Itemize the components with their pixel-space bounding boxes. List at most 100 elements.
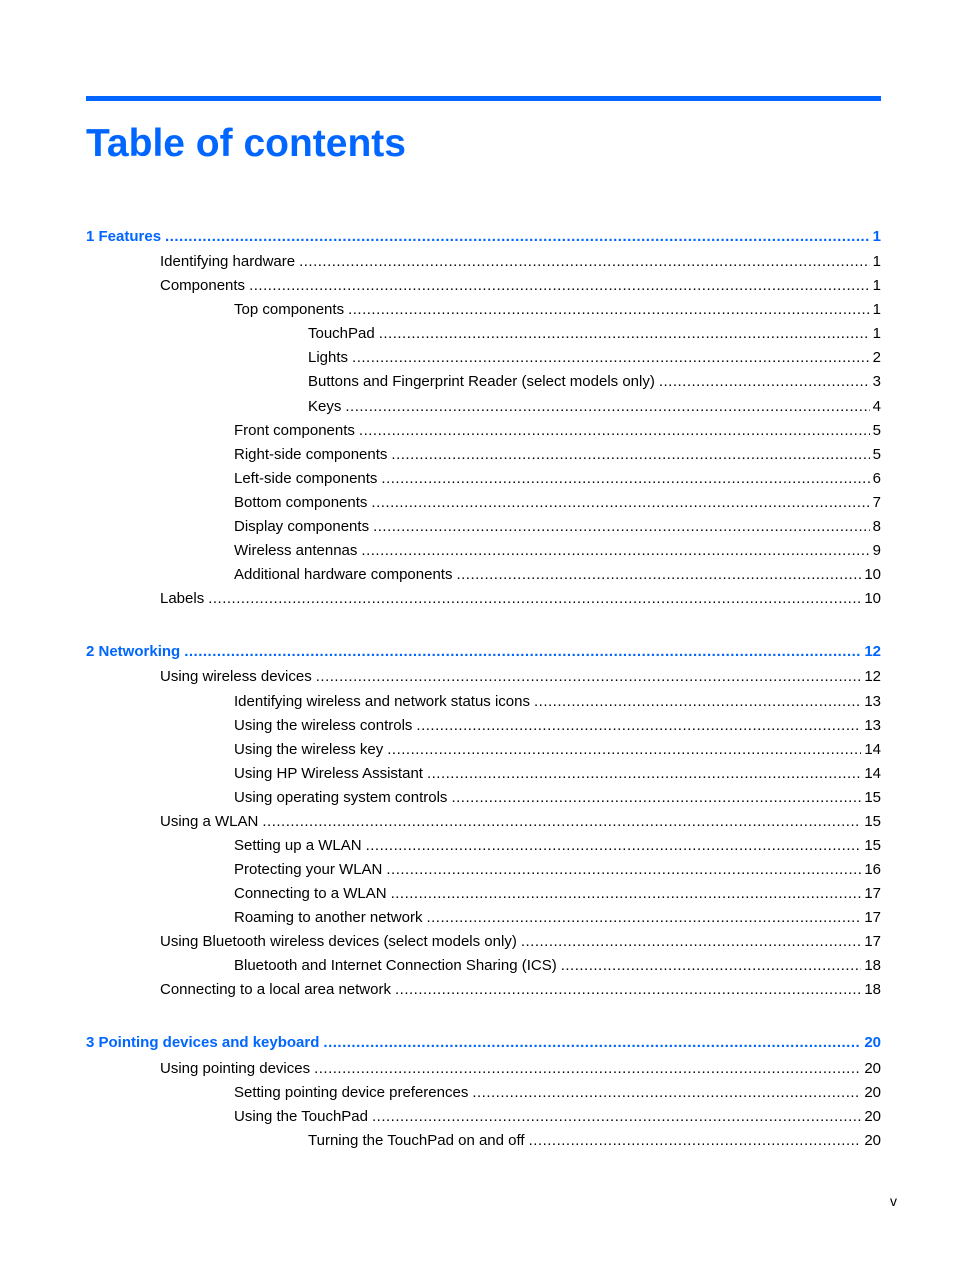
toc-entry-label[interactable]: Protecting your WLAN xyxy=(234,860,386,880)
toc-entry[interactable]: Keys 4 xyxy=(308,397,881,417)
toc-entry-label[interactable]: Connecting to a WLAN xyxy=(234,884,391,904)
toc-entry-page[interactable]: 5 xyxy=(870,421,881,441)
toc-entry[interactable]: Components 1 xyxy=(160,276,881,296)
toc-chapter-entry[interactable]: 1 Features 1 xyxy=(86,227,881,247)
toc-entry-label[interactable]: Roaming to another network xyxy=(234,908,426,928)
toc-entry-label[interactable]: 2 Networking xyxy=(86,642,184,662)
toc-entry[interactable]: Connecting to a local area network 18 xyxy=(160,980,881,1000)
toc-entry-label[interactable]: Right-side components xyxy=(234,445,391,465)
toc-entry-page[interactable]: 17 xyxy=(861,908,881,928)
toc-entry[interactable]: Setting pointing device preferences 20 xyxy=(234,1083,881,1103)
toc-entry[interactable]: Right-side components 5 xyxy=(234,445,881,465)
toc-entry[interactable]: Roaming to another network 17 xyxy=(234,908,881,928)
toc-entry-page[interactable]: 20 xyxy=(861,1107,881,1127)
toc-entry-label[interactable]: Using a WLAN xyxy=(160,812,262,832)
toc-entry-label[interactable]: Front components xyxy=(234,421,359,441)
toc-entry[interactable]: Using operating system controls 15 xyxy=(234,788,881,808)
toc-entry-label[interactable]: Using HP Wireless Assistant xyxy=(234,764,427,784)
toc-entry-label[interactable]: Keys xyxy=(308,397,345,417)
toc-entry-page[interactable]: 17 xyxy=(861,932,881,952)
toc-entry-page[interactable]: 17 xyxy=(861,884,881,904)
toc-entry-label[interactable]: Labels xyxy=(160,589,208,609)
toc-entry[interactable]: Labels 10 xyxy=(160,589,881,609)
toc-entry-page[interactable]: 9 xyxy=(870,541,881,561)
toc-entry-page[interactable]: 12 xyxy=(861,667,881,687)
toc-entry[interactable]: Turning the TouchPad on and off 20 xyxy=(308,1131,881,1151)
toc-entry-page[interactable]: 8 xyxy=(870,517,881,537)
toc-entry[interactable]: Display components 8 xyxy=(234,517,881,537)
toc-entry-page[interactable]: 14 xyxy=(861,740,881,760)
toc-entry-page[interactable]: 12 xyxy=(861,642,881,662)
toc-entry[interactable]: Using HP Wireless Assistant 14 xyxy=(234,764,881,784)
toc-entry-page[interactable]: 16 xyxy=(861,860,881,880)
toc-entry-page[interactable]: 3 xyxy=(870,372,881,392)
toc-entry-label[interactable]: Using operating system controls xyxy=(234,788,451,808)
toc-entry-page[interactable]: 18 xyxy=(861,956,881,976)
toc-entry-page[interactable]: 6 xyxy=(870,469,881,489)
toc-entry-label[interactable]: Connecting to a local area network xyxy=(160,980,395,1000)
toc-entry-page[interactable]: 1 xyxy=(870,276,881,296)
toc-entry-page[interactable]: 20 xyxy=(861,1083,881,1103)
toc-entry-page[interactable]: 1 xyxy=(870,252,881,272)
toc-entry[interactable]: Bluetooth and Internet Connection Sharin… xyxy=(234,956,881,976)
toc-entry-label[interactable]: Buttons and Fingerprint Reader (select m… xyxy=(308,372,659,392)
toc-entry-label[interactable]: Using Bluetooth wireless devices (select… xyxy=(160,932,521,952)
toc-entry-label[interactable]: 1 Features xyxy=(86,227,165,247)
toc-entry-label[interactable]: Top components xyxy=(234,300,348,320)
toc-entry-page[interactable]: 5 xyxy=(870,445,881,465)
toc-entry-page[interactable]: 2 xyxy=(870,348,881,368)
toc-entry-page[interactable]: 15 xyxy=(861,836,881,856)
toc-entry[interactable]: Top components 1 xyxy=(234,300,881,320)
toc-entry-label[interactable]: Using the wireless key xyxy=(234,740,387,760)
toc-entry[interactable]: Bottom components 7 xyxy=(234,493,881,513)
toc-entry-page[interactable]: 1 xyxy=(870,300,881,320)
toc-entry[interactable]: Protecting your WLAN 16 xyxy=(234,860,881,880)
toc-entry-page[interactable]: 4 xyxy=(870,397,881,417)
toc-entry-page[interactable]: 14 xyxy=(861,764,881,784)
toc-entry[interactable]: Identifying hardware 1 xyxy=(160,252,881,272)
toc-entry[interactable]: Wireless antennas 9 xyxy=(234,541,881,561)
toc-entry-label[interactable]: Display components xyxy=(234,517,373,537)
toc-entry-page[interactable]: 1 xyxy=(870,324,881,344)
toc-entry-page[interactable]: 1 xyxy=(870,227,881,247)
toc-chapter-entry[interactable]: 3 Pointing devices and keyboard 20 xyxy=(86,1033,881,1053)
toc-entry-page[interactable]: 10 xyxy=(861,589,881,609)
toc-entry-label[interactable]: Components xyxy=(160,276,249,296)
toc-entry[interactable]: Using the wireless controls 13 xyxy=(234,716,881,736)
toc-entry-label[interactable]: Setting pointing device preferences xyxy=(234,1083,472,1103)
toc-entry-page[interactable]: 15 xyxy=(861,788,881,808)
toc-entry[interactable]: Front components 5 xyxy=(234,421,881,441)
toc-entry-page[interactable]: 10 xyxy=(861,565,881,585)
toc-entry-page[interactable]: 7 xyxy=(870,493,881,513)
toc-entry-label[interactable]: Lights xyxy=(308,348,352,368)
toc-entry-label[interactable]: Using the TouchPad xyxy=(234,1107,372,1127)
toc-entry-page[interactable]: 20 xyxy=(861,1131,881,1151)
toc-entry[interactable]: Lights 2 xyxy=(308,348,881,368)
toc-entry[interactable]: Using a WLAN 15 xyxy=(160,812,881,832)
toc-entry-page[interactable]: 20 xyxy=(861,1033,881,1053)
toc-entry[interactable]: Using Bluetooth wireless devices (select… xyxy=(160,932,881,952)
toc-entry[interactable]: Using the TouchPad 20 xyxy=(234,1107,881,1127)
toc-entry[interactable]: Setting up a WLAN 15 xyxy=(234,836,881,856)
toc-entry-label[interactable]: Left-side components xyxy=(234,469,381,489)
toc-entry-label[interactable]: Using the wireless controls xyxy=(234,716,416,736)
toc-entry[interactable]: Connecting to a WLAN 17 xyxy=(234,884,881,904)
toc-entry[interactable]: Identifying wireless and network status … xyxy=(234,692,881,712)
toc-entry-label[interactable]: Bluetooth and Internet Connection Sharin… xyxy=(234,956,561,976)
toc-entry-page[interactable]: 15 xyxy=(861,812,881,832)
toc-entry-label[interactable]: Using wireless devices xyxy=(160,667,316,687)
toc-entry[interactable]: Left-side components 6 xyxy=(234,469,881,489)
toc-entry-page[interactable]: 13 xyxy=(861,692,881,712)
toc-entry-label[interactable]: TouchPad xyxy=(308,324,379,344)
toc-entry[interactable]: Using wireless devices 12 xyxy=(160,667,881,687)
toc-entry-label[interactable]: Identifying hardware xyxy=(160,252,299,272)
toc-entry-label[interactable]: Additional hardware components xyxy=(234,565,456,585)
toc-entry-page[interactable]: 13 xyxy=(861,716,881,736)
toc-entry-label[interactable]: Identifying wireless and network status … xyxy=(234,692,534,712)
toc-entry-label[interactable]: Wireless antennas xyxy=(234,541,361,561)
toc-entry-page[interactable]: 20 xyxy=(861,1059,881,1079)
toc-entry[interactable]: Using pointing devices 20 xyxy=(160,1059,881,1079)
toc-entry-label[interactable]: Bottom components xyxy=(234,493,371,513)
toc-entry-page[interactable]: 18 xyxy=(861,980,881,1000)
toc-entry[interactable]: Using the wireless key 14 xyxy=(234,740,881,760)
